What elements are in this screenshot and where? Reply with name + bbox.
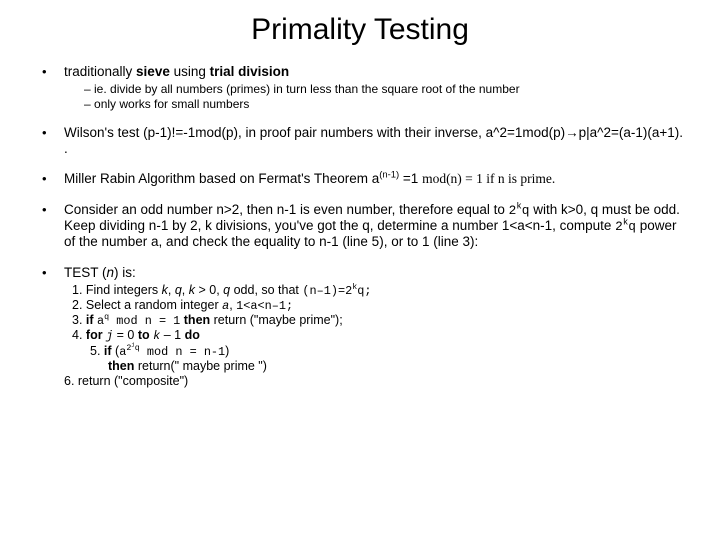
text-mono: aq mod n = 1 xyxy=(97,314,180,328)
bullet-item: traditionally sieve using trial division… xyxy=(36,64,684,111)
step: 5. if (a2jq mod n = n-1) xyxy=(72,344,684,359)
text-bold: to xyxy=(138,328,153,342)
sub-item: only works for small numbers xyxy=(84,97,684,111)
sub-item: ie. divide by all numbers (primes) in tu… xyxy=(84,82,684,96)
step: 1. Find integers k, q, k > 0, q odd, so … xyxy=(72,283,684,298)
text: 4. xyxy=(72,328,86,342)
text: 6. return ("composite") xyxy=(64,374,188,388)
text: Consider an odd number n>2, then n-1 is … xyxy=(64,202,509,217)
text: return(" maybe prime ") xyxy=(138,359,267,373)
text: 2 xyxy=(615,219,623,234)
superscript: 2jq xyxy=(126,344,139,353)
steps-list: 1. Find integers k, q, k > 0, q odd, so … xyxy=(64,283,684,389)
text: return ("maybe prime"); xyxy=(214,313,343,327)
text: (n–1)=2 xyxy=(302,284,352,298)
step: 4. for j = 0 to k – 1 do xyxy=(72,328,684,343)
text-bold: if xyxy=(86,313,97,327)
text: Miller Rabin Algorithm based on Fermat's… xyxy=(64,171,379,186)
text-bold: do xyxy=(185,328,200,342)
text-mono: a2jq mod n = n-1 xyxy=(119,345,225,359)
text-mono: 1<a<n–1; xyxy=(236,299,293,313)
bullet-list: traditionally sieve using trial division… xyxy=(36,64,684,389)
sub-list: ie. divide by all numbers (primes) in tu… xyxy=(64,82,684,111)
bullet-item: Wilson's test (p-1)!=-1mod(p), in proof … xyxy=(36,125,684,157)
text: – 1 xyxy=(160,328,184,342)
text: Wilson's test (p-1)!=-1mod(p), in proof … xyxy=(64,125,683,156)
text: =1 xyxy=(399,171,422,186)
text: traditionally xyxy=(64,64,136,79)
step: then return(" maybe prime ") xyxy=(72,359,684,374)
text-bold: if xyxy=(104,344,115,358)
text-bold: trial division xyxy=(210,64,290,79)
text-bold: for xyxy=(86,328,106,342)
text-bold: then xyxy=(180,313,213,327)
text-mono: (n–1)=2kq; xyxy=(302,284,371,298)
step: 3. if aq mod n = 1 then return ("maybe p… xyxy=(72,313,684,328)
text: ) is: xyxy=(114,265,136,280)
text: q; xyxy=(357,284,371,298)
text: 1. Find integers xyxy=(72,283,162,297)
text-italic: q xyxy=(175,283,182,297)
text-serif: mod(n) = 1 if n is prime. xyxy=(422,171,555,186)
text: 5. xyxy=(90,344,104,358)
text: only works for small numbers xyxy=(94,97,249,111)
text: , xyxy=(168,283,175,297)
text: 3. xyxy=(72,313,86,327)
step: 2. Select a random integer a, 1<a<n–1; xyxy=(72,298,684,313)
bullet-item: Miller Rabin Algorithm based on Fermat's… xyxy=(36,171,684,187)
text: , xyxy=(182,283,189,297)
text: ie. divide by all numbers (primes) in tu… xyxy=(94,82,520,96)
text-bold: sieve xyxy=(136,64,170,79)
text-mono: 2kq xyxy=(615,219,636,234)
text: mod n = n-1 xyxy=(140,345,225,359)
text: TEST ( xyxy=(64,265,107,280)
text: q xyxy=(628,219,636,234)
page-title: Primality Testing xyxy=(36,12,684,48)
superscript: (n-1) xyxy=(379,170,399,181)
text: > 0, xyxy=(195,283,223,297)
bullet-item: TEST (n) is: 1. Find integers k, q, k > … xyxy=(36,265,684,389)
text: ) xyxy=(225,344,229,358)
text: odd, so that xyxy=(230,283,302,297)
step: 6. return ("composite") xyxy=(64,374,684,389)
text-mono: 2kq xyxy=(509,203,530,218)
bullet-item: Consider an odd number n>2, then n-1 is … xyxy=(36,202,684,251)
text: 2. Select a random integer xyxy=(72,298,222,312)
text-bold: then xyxy=(108,359,138,373)
text: using xyxy=(170,64,210,79)
text-italic: n xyxy=(107,265,115,280)
text: mod n = 1 xyxy=(109,314,180,328)
